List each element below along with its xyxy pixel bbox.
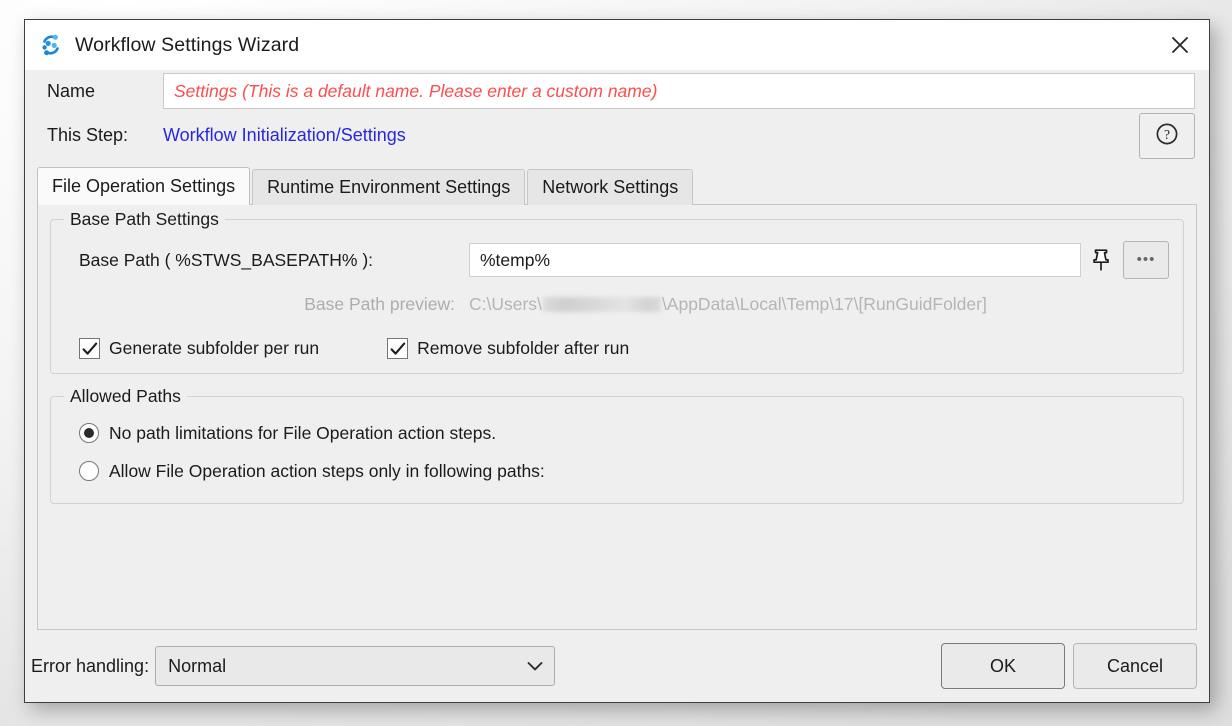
- header-area: Name Settings (This is a default name. P…: [25, 70, 1209, 159]
- checkbox-box: [79, 338, 100, 359]
- name-input[interactable]: Settings (This is a default name. Please…: [163, 73, 1195, 109]
- base-path-settings-group: Base Path Settings Base Path ( %STWS_BAS…: [50, 219, 1184, 374]
- this-step-row: This Step: Workflow Initialization/Setti…: [37, 111, 1197, 159]
- tab-network-settings[interactable]: Network Settings: [527, 169, 693, 205]
- radio-circle: [79, 461, 99, 481]
- base-path-preview-label: Base Path preview:: [65, 294, 469, 315]
- tab-label: Network Settings: [542, 177, 678, 198]
- pushpin-icon[interactable]: [1081, 243, 1121, 277]
- tab-label: Runtime Environment Settings: [267, 177, 510, 198]
- base-path-row: Base Path ( %STWS_BASEPATH% ): %temp% ••…: [65, 242, 1169, 278]
- tab-runtime-environment-settings[interactable]: Runtime Environment Settings: [252, 169, 525, 205]
- base-path-label: Base Path ( %STWS_BASEPATH% ):: [65, 250, 469, 271]
- name-input-value: Settings (This is a default name. Please…: [174, 81, 657, 102]
- browse-button[interactable]: •••: [1123, 241, 1169, 279]
- base-path-preview-row: Base Path preview: C:\Users\ \AppData\Lo…: [65, 286, 1169, 322]
- ok-button[interactable]: OK: [941, 643, 1065, 689]
- name-row: Name Settings (This is a default name. P…: [37, 71, 1197, 111]
- question-circle-icon: ?: [1154, 121, 1180, 152]
- desktop-background: Workflow Settings Wizard Name Settings (…: [0, 0, 1232, 726]
- checkbox-box: [387, 338, 408, 359]
- checkbox-label: Generate subfolder per run: [109, 338, 319, 359]
- close-icon[interactable]: [1151, 20, 1209, 70]
- window-title: Workflow Settings Wizard: [75, 34, 299, 57]
- error-handling-select[interactable]: Normal: [155, 646, 555, 686]
- checkbox-label: Remove subfolder after run: [417, 338, 629, 359]
- allowed-paths-group: Allowed Paths No path limitations for Fi…: [50, 396, 1184, 504]
- svg-text:?: ?: [1164, 127, 1170, 142]
- dialog-buttons: OK Cancel: [941, 643, 1197, 689]
- radio-allow-only-following-paths[interactable]: Allow File Operation action steps only i…: [65, 455, 1169, 487]
- cancel-button-label: Cancel: [1107, 656, 1163, 677]
- base-path-settings-title: Base Path Settings: [64, 209, 225, 230]
- radio-circle: [79, 423, 99, 443]
- error-handling-label: Error handling:: [31, 656, 149, 677]
- workflow-settings-wizard-window: Workflow Settings Wizard Name Settings (…: [24, 19, 1210, 703]
- radio-no-path-limitations[interactable]: No path limitations for File Operation a…: [65, 417, 1169, 449]
- title-bar: Workflow Settings Wizard: [25, 20, 1209, 70]
- base-path-value: %temp%: [480, 250, 550, 271]
- tab-label: File Operation Settings: [52, 176, 235, 197]
- allowed-paths-title: Allowed Paths: [64, 386, 187, 407]
- preview-prefix: C:\Users\: [469, 294, 542, 315]
- checkbox-remove-subfolder-after-run[interactable]: Remove subfolder after run: [387, 338, 629, 359]
- tab-panel-file-operation-settings: Base Path Settings Base Path ( %STWS_BAS…: [37, 204, 1197, 630]
- ellipsis-icon: •••: [1137, 257, 1156, 263]
- base-path-input[interactable]: %temp%: [469, 243, 1081, 277]
- chevron-down-icon: [526, 656, 544, 677]
- cancel-button[interactable]: Cancel: [1073, 643, 1197, 689]
- this-step-label: This Step:: [37, 125, 163, 146]
- name-label: Name: [37, 81, 163, 102]
- tab-strip: File Operation Settings Runtime Environm…: [37, 167, 1197, 205]
- radio-label: No path limitations for File Operation a…: [109, 423, 496, 444]
- help-button[interactable]: ?: [1139, 113, 1195, 159]
- radio-label: Allow File Operation action steps only i…: [109, 461, 545, 482]
- tab-container: File Operation Settings Runtime Environm…: [37, 167, 1197, 630]
- checkbox-generate-subfolder-per-run[interactable]: Generate subfolder per run: [79, 338, 319, 359]
- this-step-link[interactable]: Workflow Initialization/Settings: [163, 125, 406, 146]
- redacted-username: [543, 297, 661, 312]
- base-path-preview-value: C:\Users\ \AppData\Local\Temp\17\[RunGui…: [469, 294, 987, 315]
- workflow-cycle-icon: [38, 32, 64, 58]
- subfolder-checkbox-row: Generate subfolder per run Remove subfol…: [65, 338, 1169, 359]
- preview-suffix: \AppData\Local\Temp\17\[RunGuidFolder]: [662, 294, 987, 315]
- error-handling-value: Normal: [168, 656, 226, 677]
- footer-bar: Error handling: Normal OK Cancel: [25, 630, 1209, 702]
- tab-file-operation-settings[interactable]: File Operation Settings: [37, 167, 250, 205]
- ok-button-label: OK: [990, 656, 1016, 677]
